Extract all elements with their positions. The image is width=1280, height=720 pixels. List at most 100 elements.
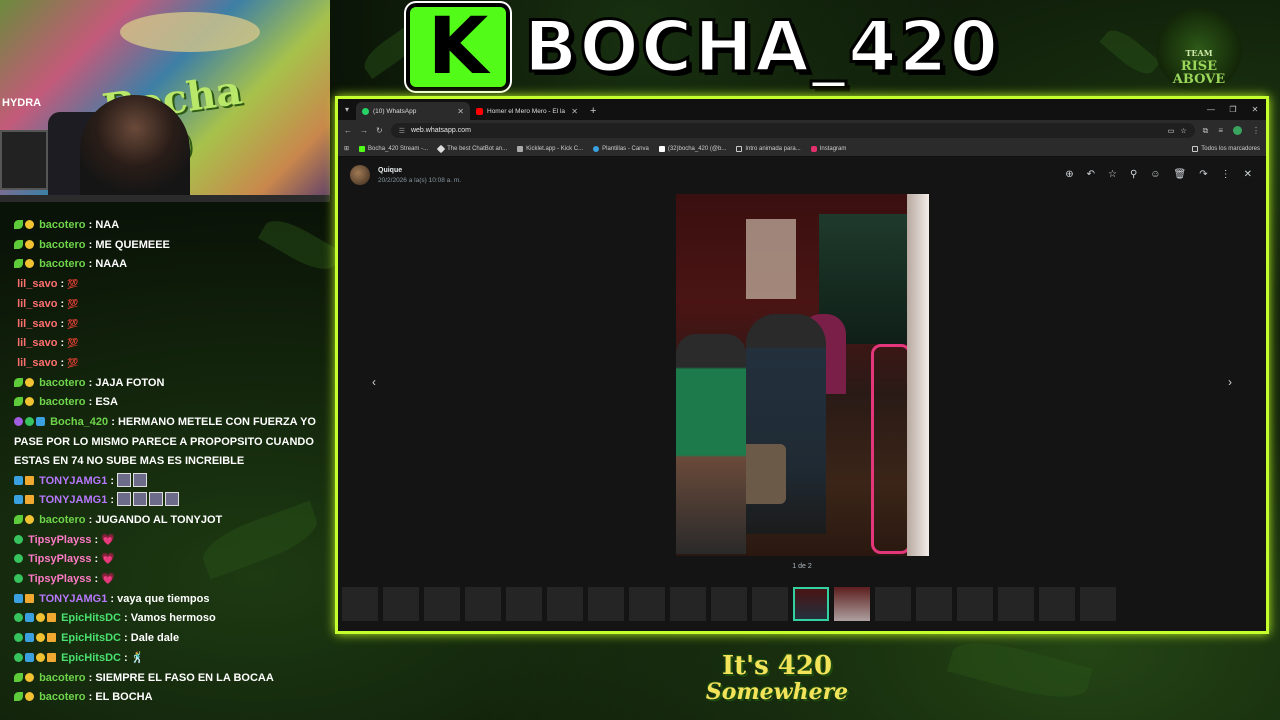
chat-username[interactable]: EpicHitsDC — [61, 652, 121, 664]
chat-username[interactable]: Bocha_420 — [50, 416, 108, 428]
tab-bar: ▾ (10) WhatsApp ✕ Homer el Mero Mero - E… — [338, 99, 1266, 120]
chat-message: lil_savo : 💯 — [17, 297, 79, 310]
restore-icon[interactable]: ❐ — [1222, 105, 1244, 114]
close-viewer-icon[interactable]: ✕ — [1244, 169, 1252, 180]
chat-username[interactable]: bacotero — [39, 219, 85, 231]
more-options-icon[interactable]: ⋮ — [1221, 169, 1231, 180]
chat-username[interactable]: bacotero — [39, 377, 85, 389]
install-icon[interactable]: ▭ — [1168, 127, 1175, 135]
reload-icon[interactable]: ↻ — [376, 126, 383, 135]
thumbnail[interactable] — [342, 587, 378, 621]
thumbnail[interactable] — [588, 587, 624, 621]
thumbnail[interactable] — [465, 587, 501, 621]
tab-search-icon[interactable]: ▾ — [338, 99, 356, 120]
chat-username[interactable]: bacotero — [39, 239, 85, 251]
forward-icon[interactable]: → — [360, 126, 368, 135]
bookmark-item[interactable]: The best ChatBot an... — [436, 144, 507, 153]
chat-username[interactable]: TONYJAMG1 — [39, 593, 107, 605]
thumbnail[interactable] — [629, 587, 665, 621]
thumbnail[interactable] — [875, 587, 911, 621]
thumbnail[interactable] — [1039, 587, 1075, 621]
close-window-icon[interactable]: ✕ — [1244, 105, 1266, 114]
minimize-icon[interactable]: — — [1200, 105, 1222, 114]
thumbnail[interactable] — [547, 587, 583, 621]
chat-username[interactable]: lil_savo — [17, 298, 57, 310]
team-badge-name: RISE ABOVE — [1172, 59, 1226, 87]
chat-username[interactable]: bacotero — [39, 691, 85, 703]
thumbnail[interactable] — [834, 587, 870, 621]
close-tab-icon[interactable]: ✕ — [457, 107, 464, 116]
thumbnail[interactable] — [752, 587, 788, 621]
chat-username[interactable]: bacotero — [39, 258, 85, 270]
back-icon[interactable]: ← — [344, 126, 352, 135]
all-bookmarks[interactable]: Todos los marcadores — [1192, 145, 1260, 152]
forward-icon[interactable]: ↷ — [1199, 169, 1207, 180]
bookmark-item[interactable]: Intro animada para... — [736, 145, 801, 152]
coin-badge-icon — [25, 377, 34, 387]
customize-icon[interactable]: ≡ — [1218, 126, 1223, 136]
leaf-badge-icon — [14, 259, 23, 269]
new-tab-button[interactable]: + — [584, 102, 602, 120]
chat-username[interactable]: bacotero — [39, 396, 85, 408]
previous-media-icon[interactable]: ‹ — [372, 375, 376, 389]
chat-username[interactable]: lil_savo — [17, 318, 57, 330]
bookmark-item[interactable]: Kicklet.app - Kick C... — [517, 145, 583, 152]
chat-username[interactable]: EpicHitsDC — [61, 632, 121, 644]
next-media-icon[interactable]: › — [1228, 375, 1232, 389]
subscriber-badge-icon — [14, 593, 23, 603]
chat-username[interactable]: TipsyPlayss — [28, 573, 91, 585]
close-tab-icon[interactable]: ✕ — [571, 107, 578, 116]
thumbnail[interactable] — [1080, 587, 1116, 621]
chat-username[interactable]: EpicHitsDC — [61, 612, 121, 624]
zoom-in-icon[interactable]: ⊕ — [1065, 169, 1073, 180]
thumbnail[interactable] — [916, 587, 952, 621]
chat-username[interactable]: lil_savo — [17, 337, 57, 349]
bookmark-star-icon[interactable]: ☆ — [1180, 127, 1186, 135]
chat-text: JUGANDO AL TONYJOT — [95, 513, 223, 526]
apps-grid-icon[interactable]: ⊞ — [344, 145, 349, 152]
tab-whatsapp[interactable]: (10) WhatsApp ✕ — [356, 102, 470, 120]
delete-icon[interactable]: 🗑 — [1174, 169, 1187, 180]
tab-youtube[interactable]: Homer el Mero Mero - El la ✕ — [470, 102, 584, 120]
chat-username[interactable]: TipsyPlayss — [28, 553, 91, 565]
thumbnail[interactable] — [957, 587, 993, 621]
thumbnail[interactable] — [670, 587, 706, 621]
site-info-icon[interactable]: ☰ — [399, 127, 405, 135]
thumbnail[interactable] — [506, 587, 542, 621]
star-icon[interactable]: ☆ — [1108, 169, 1117, 180]
coin-badge-icon — [36, 652, 45, 662]
thumbnail[interactable] — [998, 587, 1034, 621]
bookmark-item[interactable]: Plantillas - Canva — [593, 145, 649, 152]
leaf-badge-icon — [14, 377, 23, 387]
gem-badge-icon — [25, 633, 34, 643]
thumbnail-active[interactable] — [793, 587, 829, 621]
reply-icon[interactable]: ↶ — [1087, 169, 1095, 180]
bookmark-item[interactable]: Instagram — [810, 145, 846, 152]
chat-username[interactable]: TONYJAMG1 — [39, 475, 107, 487]
chat-username[interactable]: TipsyPlayss — [28, 534, 91, 546]
chat-username[interactable]: lil_savo — [17, 357, 57, 369]
chat-username[interactable]: bacotero — [39, 672, 85, 684]
menu-icon[interactable]: ⋮ — [1252, 126, 1260, 136]
profile-avatar[interactable] — [1233, 125, 1242, 135]
chat-username[interactable]: lil_savo — [17, 278, 57, 290]
url-text: web.whatsapp.com — [410, 127, 471, 134]
bookmark-item[interactable]: (32)bocha_420 (@b... — [658, 145, 726, 152]
thumbnail[interactable] — [383, 587, 419, 621]
chat-username[interactable]: TONYJAMG1 — [39, 494, 107, 506]
kicklet-icon — [517, 145, 524, 152]
viewer-toolbar: ⊕ ↶ ☆ ⚲ ☺ 🗑 ↷ ⋮ ✕ — [1065, 169, 1252, 180]
bookmark-item[interactable]: Bocha_420 Stream -... — [359, 145, 428, 152]
react-icon[interactable]: ☺ — [1150, 169, 1160, 180]
dance-emote-icon: 🕺 — [130, 651, 145, 664]
extensions-icon[interactable]: ⧉ — [1203, 126, 1209, 136]
pin-icon[interactable]: ⚲ — [1130, 169, 1137, 180]
thumbnail[interactable] — [711, 587, 747, 621]
youtube-icon — [476, 107, 483, 115]
chat-text: Dale dale — [130, 632, 180, 645]
thumbnail-strip — [342, 587, 1116, 621]
sender-avatar[interactable] — [350, 165, 370, 185]
address-bar[interactable]: ☰ web.whatsapp.com ▭ ☆ — [390, 123, 1195, 138]
chat-username[interactable]: bacotero — [39, 514, 85, 526]
thumbnail[interactable] — [424, 587, 460, 621]
